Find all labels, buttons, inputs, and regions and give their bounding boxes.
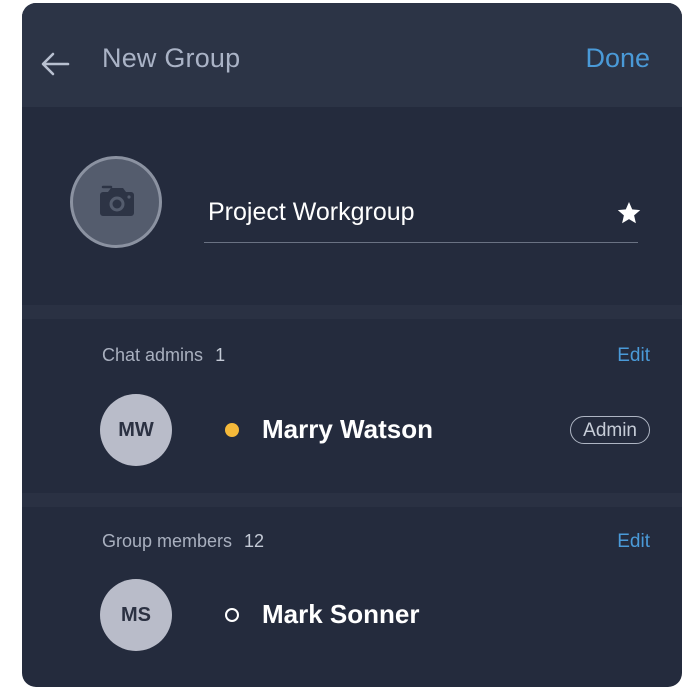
section-divider <box>22 305 682 319</box>
section-divider <box>22 493 682 507</box>
member-name: Marry Watson <box>262 414 433 444</box>
chat-admins-label: Chat admins <box>102 345 204 365</box>
back-button[interactable] <box>38 47 72 81</box>
group-members-count: 12 <box>244 531 265 551</box>
offline-status-icon <box>225 608 239 622</box>
edit-members-button[interactable]: Edit <box>617 531 650 553</box>
avatar: MW <box>100 394 172 466</box>
arrow-left-icon <box>41 52 70 76</box>
star-icon[interactable] <box>616 200 642 226</box>
admin-row-marry-watson[interactable]: MW Marry Watson Admin <box>22 386 682 466</box>
group-name-field[interactable] <box>204 190 641 243</box>
done-button[interactable]: Done <box>585 43 650 74</box>
member-row-mark-sonner[interactable]: MS Mark Sonner <box>22 571 682 651</box>
group-name-input[interactable] <box>208 198 598 227</box>
online-status-icon <box>225 423 239 437</box>
chat-admins-header: Chat admins 1 <box>102 345 225 366</box>
avatar: MS <box>100 579 172 651</box>
group-members-label: Group members <box>102 531 233 551</box>
member-name: Mark Sonner <box>262 599 420 629</box>
group-members-header: Group members 12 <box>102 531 264 552</box>
group-photo-button[interactable] <box>70 156 162 248</box>
new-group-window: New Group Done Chat admins 1 Edit MW Marr… <box>22 3 682 687</box>
header-bar: New Group Done <box>22 3 682 107</box>
admin-badge: Admin <box>570 416 650 444</box>
page-title: New Group <box>102 43 241 73</box>
chat-admins-count: 1 <box>215 345 226 365</box>
group-info-section <box>22 107 682 305</box>
camera-icon <box>100 185 134 216</box>
edit-admins-button[interactable]: Edit <box>617 345 650 367</box>
